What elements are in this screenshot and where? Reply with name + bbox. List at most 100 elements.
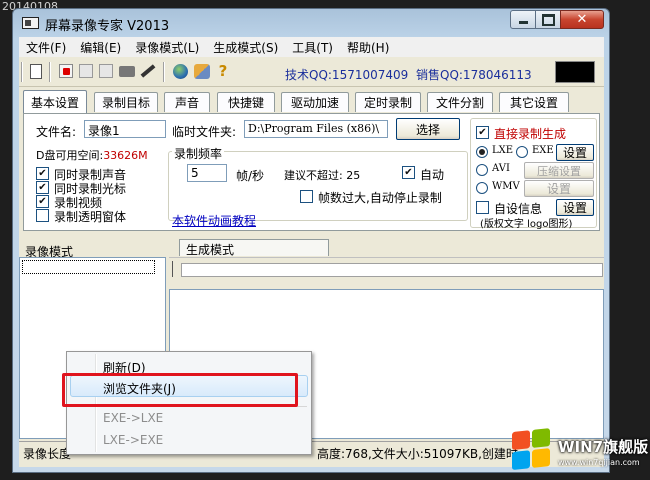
disk-space-label: D盘可用空间:33626M xyxy=(36,147,148,163)
basic-settings-panel: 文件名: 录像1 临时文件夹: D:\Program Files (x86)\ … xyxy=(23,113,600,231)
camera-button[interactable] xyxy=(118,62,136,80)
format-avi-radio[interactable] xyxy=(476,164,488,176)
tab-bar: 基本设置 录制目标 声音 快捷键 驱动加速 定时录制 文件分割 其它设置 xyxy=(19,89,604,113)
menu-file[interactable]: 文件(F) xyxy=(19,37,73,57)
tab-schedule[interactable]: 定时录制 xyxy=(355,92,421,112)
format-wmv-radio[interactable] xyxy=(476,182,488,194)
format-lxe-radio[interactable] xyxy=(476,146,488,158)
stop-icon xyxy=(99,64,113,78)
tools-icon xyxy=(194,63,210,79)
disk-space-caption: D盘可用空间: xyxy=(36,149,104,162)
pause-button[interactable] xyxy=(77,62,95,80)
auto-stop-label: 帧数过大,自动停止录制 xyxy=(318,191,442,205)
record-sound-checkbox[interactable] xyxy=(36,167,49,180)
tutorial-link[interactable]: 本软件动画教程 xyxy=(172,212,256,229)
toolbar-separator xyxy=(21,62,23,82)
format-exe-radio[interactable] xyxy=(516,146,528,158)
app-logo-icon xyxy=(22,17,39,29)
close-icon: ✕ xyxy=(576,12,588,27)
window-title: 屏幕录像专家 V2013 xyxy=(45,19,170,34)
record-transparent-label: 录制透明窗体 xyxy=(54,210,127,224)
highlight-annotation-box xyxy=(62,373,298,407)
help-button[interactable]: ? xyxy=(214,62,232,80)
status-left: 录像长度 xyxy=(23,447,72,461)
tempdir-label: 临时文件夹: xyxy=(172,125,237,139)
stop-button[interactable] xyxy=(97,62,115,80)
disk-space-value: 33626M xyxy=(103,149,148,162)
sales-qq: 销售QQ:178046113 xyxy=(416,68,532,82)
direct-record-label: 直接录制生成 xyxy=(494,127,567,141)
record-cursor-checkbox[interactable] xyxy=(36,181,49,194)
camera-icon xyxy=(119,65,135,77)
menu-help[interactable]: 帮助(H) xyxy=(340,37,396,57)
format-avi-label: AVI xyxy=(492,163,510,174)
generate-header xyxy=(169,257,604,289)
globe-icon xyxy=(172,63,188,79)
status-right: 高度:768,文件大小:51097KB,创建时 xyxy=(317,447,518,461)
menu-item-lxe-to-exe[interactable]: LXE->EXE xyxy=(103,433,163,447)
toolbar-separator xyxy=(163,62,165,82)
pen-button[interactable] xyxy=(139,62,157,80)
format-exe-label: EXE xyxy=(532,145,554,156)
title-bar[interactable]: 屏幕录像专家 V2013 ✕ xyxy=(13,9,609,37)
watermark-url: www.win7qijian.com xyxy=(558,458,640,467)
tab-basic[interactable]: 基本设置 xyxy=(23,90,87,113)
fps-unit-label: 帧/秒 xyxy=(236,169,265,183)
generate-mode-tab[interactable]: 生成模式 xyxy=(179,239,329,257)
tab-sound[interactable]: 声音 xyxy=(164,92,210,112)
watermark-text: WIN7旗舰版 xyxy=(558,438,649,456)
tech-qq: 技术QQ:1571007409 xyxy=(285,68,409,82)
pause-icon xyxy=(79,64,93,78)
auto-checkbox[interactable] xyxy=(402,166,415,179)
tab-hotkey[interactable]: 快捷键 xyxy=(217,92,275,112)
direct-record-checkbox[interactable] xyxy=(476,126,489,139)
timeline-slider[interactable] xyxy=(181,263,603,277)
toolbar: ? 技术QQ:1571007409 销售QQ:178046113 xyxy=(19,59,604,87)
self-info-checkbox[interactable] xyxy=(476,201,489,214)
format-setting-button[interactable]: 设置 xyxy=(556,144,594,161)
tab-split[interactable]: 文件分割 xyxy=(427,92,493,112)
toolbar-separator xyxy=(49,62,51,82)
globe-button[interactable] xyxy=(171,62,189,80)
suggest-label: 建议不超过: 25 xyxy=(284,169,361,182)
list-focus-row xyxy=(22,260,155,274)
new-button[interactable] xyxy=(27,62,45,80)
menu-item-exe-to-lxe[interactable]: EXE->LXE xyxy=(103,411,163,425)
format-lxe-label: LXE xyxy=(492,145,514,156)
browse-button[interactable]: 选择 xyxy=(396,118,460,140)
fps-input[interactable]: 5 xyxy=(187,164,227,182)
menu-bar: 文件(F) 编辑(E) 录像模式(L) 生成模式(S) 工具(T) 帮助(H) xyxy=(19,37,604,57)
filename-label: 文件名: xyxy=(36,125,77,139)
tab-other[interactable]: 其它设置 xyxy=(499,92,569,112)
menu-generate-mode[interactable]: 生成模式(S) xyxy=(206,37,285,57)
frequency-group-title: 录制频率 xyxy=(172,145,225,162)
compress-setting-button[interactable]: 压缩设置 xyxy=(524,162,594,179)
record-button[interactable] xyxy=(57,62,75,80)
watermark: WIN7旗舰版 www.win7qijian.com xyxy=(508,424,650,480)
tab-driver[interactable]: 驱动加速 xyxy=(281,92,349,112)
auto-stop-checkbox[interactable] xyxy=(300,190,313,203)
record-video-checkbox[interactable] xyxy=(36,195,49,208)
menu-edit[interactable]: 编辑(E) xyxy=(73,37,128,57)
windows-flag-icon xyxy=(512,428,552,472)
record-icon xyxy=(59,64,73,78)
maximize-button[interactable] xyxy=(535,10,561,29)
auto-label: 自动 xyxy=(420,168,445,182)
pen-icon xyxy=(140,64,156,78)
copyright-note: (版权文字 logo图形) xyxy=(480,219,573,230)
self-info-setting-button[interactable]: 设置 xyxy=(556,199,594,216)
close-button[interactable]: ✕ xyxy=(560,10,604,29)
filename-input[interactable]: 录像1 xyxy=(84,120,166,138)
tempdir-input[interactable]: D:\Program Files (x86)\ xyxy=(244,120,388,138)
minimize-button[interactable] xyxy=(510,10,536,29)
slider-handle[interactable] xyxy=(172,261,178,277)
menu-tools[interactable]: 工具(T) xyxy=(285,37,340,57)
help-icon: ? xyxy=(218,62,228,80)
record-transparent-checkbox[interactable] xyxy=(36,209,49,222)
tab-target[interactable]: 录制目标 xyxy=(94,92,158,112)
wmv-setting-button[interactable]: 设置 xyxy=(524,180,594,197)
format-wmv-label: WMV xyxy=(492,181,520,192)
tools-button[interactable] xyxy=(193,62,211,80)
menu-record-mode[interactable]: 录像模式(L) xyxy=(128,37,206,57)
new-doc-icon xyxy=(30,63,42,79)
